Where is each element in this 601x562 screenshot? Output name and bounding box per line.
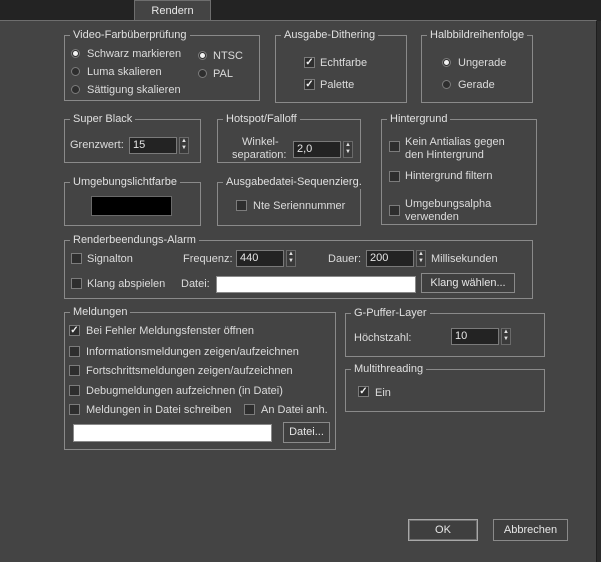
radio-luma-skalieren[interactable] bbox=[71, 67, 80, 76]
checkbox-umgebungsalpha[interactable] bbox=[389, 205, 400, 216]
angle-label-2: separation: bbox=[232, 149, 287, 161]
checkbox-hintergrund-filtern-label: Hintergrund filtern bbox=[405, 170, 493, 182]
radio-saettigung-skalieren-label: Sättigung skalieren bbox=[87, 84, 181, 96]
multithreading-title: Multithreading bbox=[351, 362, 427, 376]
log-file-button[interactable]: Datei... bbox=[283, 422, 330, 443]
radio-schwarz-markieren[interactable] bbox=[71, 49, 80, 58]
gbuffer-max-stepper[interactable]: ▲ ▼ bbox=[501, 328, 511, 345]
tab-rendern[interactable]: Rendern bbox=[134, 0, 211, 21]
checkbox-debugmeldungen[interactable] bbox=[69, 385, 80, 396]
radio-gerade[interactable] bbox=[442, 80, 451, 89]
duration-input[interactable]: 200 bbox=[366, 250, 414, 267]
threshold-input[interactable]: 15 bbox=[129, 137, 177, 154]
checkbox-informationsmeldungen[interactable] bbox=[69, 346, 80, 357]
checkbox-signalton[interactable] bbox=[71, 253, 82, 264]
radio-saettigung-skalieren[interactable] bbox=[71, 85, 80, 94]
frequency-label: Frequenz: bbox=[183, 253, 233, 265]
checkbox-nte-seriennummer-label: Nte Seriennummer bbox=[253, 200, 346, 212]
radio-schwarz-markieren-label: Schwarz markieren bbox=[87, 48, 182, 60]
frequency-input[interactable]: 440 bbox=[236, 250, 284, 267]
threshold-stepper[interactable]: ▲ ▼ bbox=[179, 137, 189, 154]
checkbox-echtfarbe[interactable]: ✓ bbox=[304, 57, 315, 68]
checkbox-kein-antialias-label-1: Kein Antialias gegen bbox=[405, 136, 505, 148]
radio-ungerade-label: Ungerade bbox=[458, 57, 507, 69]
duration-unit-label: Millisekunden bbox=[431, 253, 498, 265]
hotspot-title: Hotspot/Falloff bbox=[223, 112, 300, 126]
frequency-stepper[interactable]: ▲ ▼ bbox=[286, 250, 296, 267]
checkbox-fehler-meldungsfenster[interactable]: ✓ bbox=[69, 325, 80, 336]
ambient-color-swatch[interactable] bbox=[91, 196, 172, 216]
checkbox-signalton-label: Signalton bbox=[87, 253, 133, 265]
angle-input[interactable]: 2,0 bbox=[293, 141, 341, 158]
checkbox-klang-abspielen-label: Klang abspielen bbox=[87, 278, 166, 290]
checkbox-kein-antialias[interactable] bbox=[389, 141, 400, 152]
ambient-title: Umgebungslichtfarbe bbox=[70, 175, 180, 189]
angle-stepper[interactable]: ▲ ▼ bbox=[343, 141, 353, 158]
checkbox-umgebungsalpha-label-2: verwenden bbox=[405, 211, 459, 223]
duration-label: Dauer: bbox=[328, 253, 362, 265]
checkbox-fortschrittsmeldungen[interactable] bbox=[69, 365, 80, 376]
radio-luma-skalieren-label: Luma skalieren bbox=[87, 66, 162, 78]
sound-file-input[interactable] bbox=[216, 276, 416, 293]
dithering-title: Ausgabe-Dithering bbox=[281, 28, 379, 42]
log-file-input[interactable] bbox=[73, 424, 272, 442]
checkbox-palette[interactable]: ✓ bbox=[304, 79, 315, 90]
checkbox-palette-label: Palette bbox=[320, 79, 355, 91]
checkbox-fehler-meldungsfenster-label: Bei Fehler Meldungsfenster öffnen bbox=[86, 325, 254, 337]
checkbox-an-datei-anh[interactable] bbox=[244, 404, 255, 415]
video-check-title: Video-Farbüberprüfung bbox=[70, 28, 190, 42]
sound-file-label: Datei: bbox=[181, 278, 210, 290]
field-order-title: Halbbildreihenfolge bbox=[427, 28, 528, 42]
choose-sound-button[interactable]: Klang wählen... bbox=[421, 273, 515, 293]
radio-pal-label: PAL bbox=[213, 68, 233, 80]
checkbox-kein-antialias-label-2: den Hintergrund bbox=[405, 149, 484, 161]
alarm-title: Renderbeendungs-Alarm bbox=[70, 233, 199, 247]
checkbox-nte-seriennummer[interactable] bbox=[236, 200, 247, 211]
background-title: Hintergrund bbox=[387, 112, 451, 126]
gbuffer-title: G-Puffer-Layer bbox=[351, 306, 430, 320]
radio-ntsc-label: NTSC bbox=[213, 50, 243, 62]
checkbox-fortschrittsmeldungen-label: Fortschrittsmeldungen zeigen/aufzeichnen bbox=[86, 365, 293, 377]
checkbox-debugmeldungen-label: Debugmeldungen aufzeichnen (in Datei) bbox=[86, 385, 283, 397]
checkbox-umgebungsalpha-label-1: Umgebungsalpha bbox=[405, 198, 492, 210]
checkbox-meldungen-in-datei-label: Meldungen in Datei schreiben bbox=[86, 404, 232, 416]
super-black-title: Super Black bbox=[70, 112, 136, 126]
angle-label-1: Winkel- bbox=[242, 136, 279, 148]
checkbox-multithreading-ein[interactable]: ✓ bbox=[358, 386, 369, 397]
gbuffer-max-input[interactable]: 10 bbox=[451, 328, 499, 345]
ok-button[interactable]: OK bbox=[408, 519, 478, 541]
radio-gerade-label: Gerade bbox=[458, 79, 495, 91]
threshold-label: Grenzwert: bbox=[70, 139, 124, 151]
gbuffer-max-label: Höchstzahl: bbox=[354, 332, 412, 344]
checkbox-klang-abspielen[interactable] bbox=[71, 278, 82, 289]
checkbox-an-datei-anh-label: An Datei anh. bbox=[261, 404, 328, 416]
radio-ntsc[interactable] bbox=[198, 51, 207, 60]
cancel-button[interactable]: Abbrechen bbox=[493, 519, 568, 541]
output-seq-title: Ausgabedatei-Sequenzierg. bbox=[223, 175, 365, 189]
duration-stepper[interactable]: ▲ ▼ bbox=[416, 250, 426, 267]
tab-bar bbox=[0, 0, 601, 21]
radio-ungerade[interactable] bbox=[442, 58, 451, 67]
radio-pal[interactable] bbox=[198, 69, 207, 78]
checkbox-informationsmeldungen-label: Informationsmeldungen zeigen/aufzeichnen bbox=[86, 346, 299, 358]
messages-title: Meldungen bbox=[70, 305, 131, 319]
checkbox-echtfarbe-label: Echtfarbe bbox=[320, 57, 368, 69]
checkbox-multithreading-ein-label: Ein bbox=[375, 387, 391, 399]
checkbox-meldungen-in-datei[interactable] bbox=[69, 404, 80, 415]
checkbox-hintergrund-filtern[interactable] bbox=[389, 171, 400, 182]
